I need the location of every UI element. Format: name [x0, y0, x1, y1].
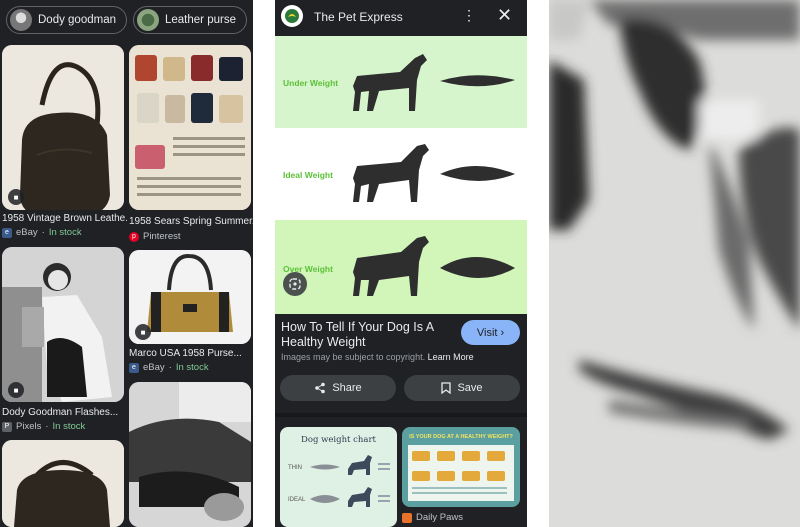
stock-status: In stock: [48, 227, 82, 238]
source-name: eBay: [143, 362, 165, 373]
zoomed-photo: [549, 0, 800, 527]
visit-button[interactable]: Visit ›: [461, 320, 520, 345]
result-source: e eBay · In stock: [2, 227, 82, 238]
related-chips: Dody goodman Leather purse: [0, 0, 253, 40]
daily-paws-favicon-icon: [402, 512, 412, 523]
visit-label: Visit: [476, 326, 498, 339]
avatar: [10, 9, 32, 31]
save-button[interactable]: Save: [404, 375, 520, 401]
separator: ·: [45, 421, 49, 432]
section-divider: [275, 413, 527, 417]
stock-status: In stock: [52, 421, 86, 432]
result-caption[interactable]: 1958 Sears Spring Summer...: [129, 216, 253, 227]
related-source: Daily Paws: [402, 512, 463, 523]
image-preview-panel: The Pet Express ⋮ ✕ Under Weight Ideal W…: [275, 0, 527, 527]
result-badge-icon: ■: [8, 382, 24, 398]
related-image-healthy-weight[interactable]: IS YOUR DOG AT A HEALTHY WEIGHT?: [402, 427, 520, 507]
pinterest-favicon-icon: p: [129, 231, 139, 242]
catalog-image: [129, 45, 251, 210]
ideal-weight-silhouette: [353, 144, 515, 202]
zoomed-photo-panel: [549, 0, 800, 527]
source-name: eBay: [16, 227, 38, 238]
preview-header: The Pet Express ⋮ ✕: [275, 0, 527, 34]
source-name: Pinterest: [143, 231, 181, 242]
car-image: [129, 382, 251, 527]
result-image-sears-catalog[interactable]: [129, 45, 251, 210]
result-source: p Pinterest: [129, 231, 181, 242]
save-label: Save: [457, 382, 483, 394]
share-label: Share: [332, 382, 362, 394]
related-source-name: Daily Paws: [416, 512, 463, 523]
copyright-text: Images may be subject to copyright.: [281, 352, 426, 362]
photo-image: [2, 247, 124, 402]
band-over: Over Weight: [275, 220, 527, 314]
ebay-favicon-icon: e: [129, 362, 139, 373]
band-ideal: Ideal Weight: [275, 128, 527, 220]
source-name: Pixels: [16, 421, 42, 432]
share-icon: [315, 382, 326, 394]
under-weight-silhouette: [353, 54, 515, 111]
chip-label: Dody goodman: [38, 14, 116, 26]
result-source: e eBay · In stock: [129, 362, 209, 373]
over-weight-silhouette: [353, 236, 515, 296]
lens-search-icon[interactable]: [283, 272, 307, 296]
copyright-notice: Images may be subject to copyright. Lear…: [281, 352, 474, 362]
stock-status: In stock: [175, 362, 209, 373]
healthy-weight-figures: [408, 445, 514, 501]
dog-weight-image[interactable]: Under Weight Ideal Weight Over Weight: [275, 36, 527, 314]
bag-image: [2, 440, 124, 527]
weight-chart-figures: [310, 455, 390, 507]
search-results-panel: Dody goodman Leather purse ■ 1958 Vintag…: [0, 0, 253, 527]
result-caption[interactable]: Dody Goodman Flashes...: [2, 407, 127, 418]
result-image-brown-bag-2[interactable]: [2, 440, 124, 527]
result-caption[interactable]: Marco USA 1958 Purse...: [129, 348, 253, 359]
kebab-icon[interactable]: ⋮: [462, 8, 476, 22]
share-button[interactable]: Share: [280, 375, 396, 401]
band-under: Under Weight: [275, 36, 527, 128]
result-source: P Pixels · In stock: [2, 421, 85, 432]
site-title[interactable]: The Pet Express: [314, 10, 403, 24]
image-title[interactable]: How To Tell If Your Dog Is A Healthy Wei…: [281, 320, 451, 350]
chevron-right-icon: ›: [500, 326, 505, 339]
result-caption[interactable]: 1958 Vintage Brown Leathe...: [2, 213, 127, 224]
result-badge-icon: ■: [8, 189, 24, 205]
chip-dody-goodman[interactable]: Dody goodman: [6, 6, 127, 34]
separator: ·: [168, 362, 172, 373]
result-image-vintage-car[interactable]: [129, 382, 251, 527]
chip-label: Leather purse: [165, 14, 236, 26]
learn-more-link[interactable]: Learn More: [428, 352, 474, 362]
separator: ·: [41, 227, 45, 238]
result-image-dody-goodman[interactable]: [2, 247, 124, 402]
related-image-weight-chart[interactable]: Dog weight chart THIN IDEAL: [280, 427, 397, 527]
ebay-favicon-icon: e: [2, 227, 12, 238]
close-icon[interactable]: ✕: [497, 6, 512, 24]
result-image-brown-bag[interactable]: [2, 45, 124, 210]
result-badge-icon: ■: [135, 324, 151, 340]
chip-leather-purse[interactable]: Leather purse: [133, 6, 247, 34]
bookmark-icon: [441, 382, 452, 394]
pixels-favicon-icon: P: [2, 421, 12, 432]
site-logo-icon: [281, 5, 303, 27]
bag-image: [2, 45, 124, 210]
avatar: [137, 9, 159, 31]
